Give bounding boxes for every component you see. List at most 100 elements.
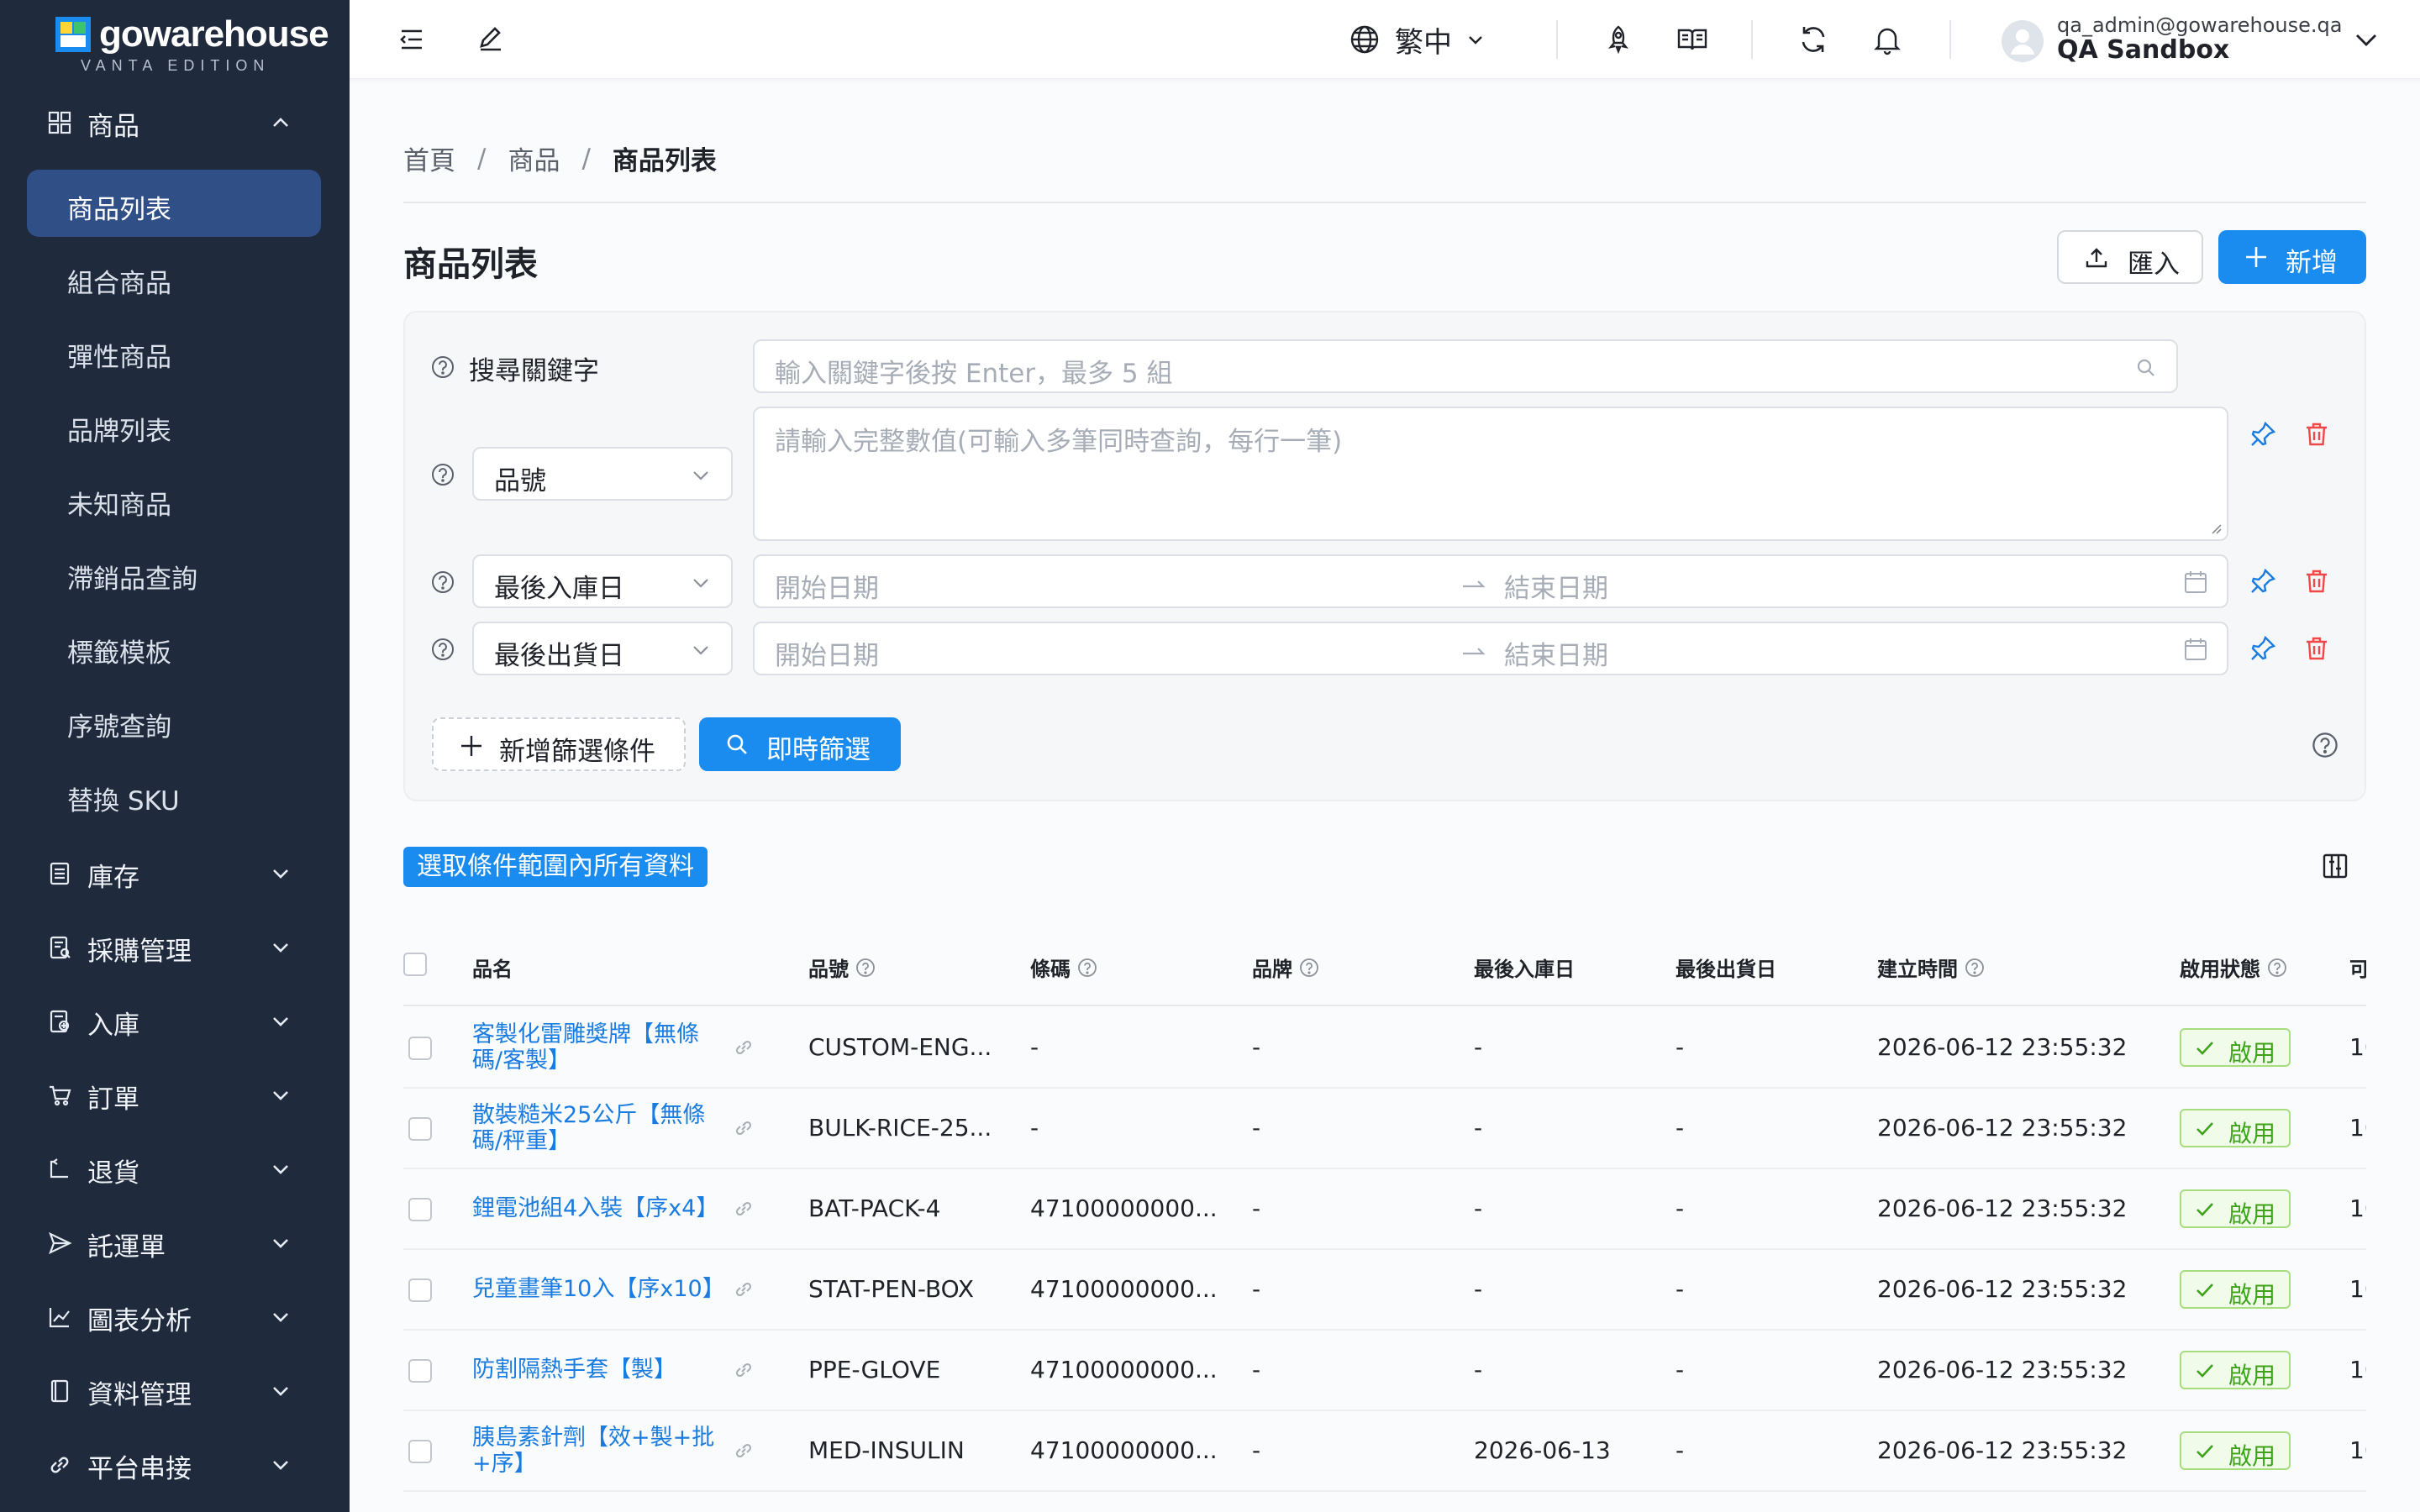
product-name-link[interactable]: 鋰電池組4入裝【序x4】 bbox=[472, 1195, 724, 1221]
sidebar-item-flexible-products[interactable]: 彈性商品 bbox=[27, 318, 321, 385]
help-icon[interactable] bbox=[2311, 731, 2339, 759]
link-icon[interactable] bbox=[733, 1198, 755, 1220]
column-header-created[interactable]: 建立時間 bbox=[1877, 953, 1985, 982]
sku-field-select[interactable]: 品號 bbox=[472, 447, 733, 501]
table-row[interactable]: 鋰電池組4入裝【序x4】 BAT-PACK-4 47100000000... -… bbox=[403, 1169, 2366, 1250]
brand-cell: - bbox=[1252, 1436, 1261, 1464]
product-name-link[interactable]: 防割隔熱手套【製】 bbox=[472, 1357, 724, 1383]
help-icon[interactable] bbox=[1965, 958, 1985, 978]
sidebar-item-unknown-products[interactable]: 未知商品 bbox=[27, 465, 321, 533]
link-icon[interactable] bbox=[733, 1440, 755, 1462]
keyword-search-input[interactable]: 輸入關鍵字後按 Enter，最多 5 組 bbox=[753, 339, 2178, 393]
table-row[interactable]: 防割隔熱手套【製】 PPE-GLOVE 47100000000... - - -… bbox=[403, 1331, 2366, 1411]
resize-handle-icon[interactable] bbox=[2208, 521, 2222, 534]
column-header-last-outbound[interactable]: 最後出貨日 bbox=[1676, 953, 1776, 982]
last-inbound-field-select[interactable]: 最後入庫日 bbox=[472, 554, 733, 608]
refresh-icon[interactable] bbox=[1797, 23, 1830, 56]
product-name-link[interactable]: 胰島素針劑【效+製+批+序】 bbox=[472, 1425, 724, 1477]
column-header-brand[interactable]: 品牌 bbox=[1252, 953, 1319, 982]
edit-icon[interactable] bbox=[474, 23, 508, 56]
table-row[interactable]: 兒童畫筆10入【序x10】 STAT-PEN-BOX 47100000000..… bbox=[403, 1250, 2366, 1331]
nav-group-orders[interactable]: 訂單 bbox=[0, 1058, 350, 1132]
row-checkbox[interactable] bbox=[408, 1440, 432, 1463]
select-all-checkbox[interactable] bbox=[403, 953, 427, 976]
help-icon[interactable] bbox=[1299, 958, 1319, 978]
nav-group-products[interactable]: 商品 bbox=[0, 86, 350, 160]
row-checkbox[interactable] bbox=[408, 1117, 432, 1141]
nav-group-returns[interactable]: 退貨 bbox=[0, 1132, 350, 1206]
nav-group-inbound[interactable]: 入庫 bbox=[0, 984, 350, 1058]
nav-group-purchasing[interactable]: 採購管理 bbox=[0, 911, 350, 984]
rocket-icon[interactable] bbox=[1602, 23, 1635, 56]
add-product-button[interactable]: 新增 bbox=[2218, 230, 2366, 284]
help-icon[interactable] bbox=[430, 570, 455, 595]
status-label: 啟用 bbox=[2228, 1120, 2276, 1147]
product-name-link[interactable]: 兒童畫筆10入【序x10】 bbox=[472, 1276, 725, 1302]
sidebar-item-brand-list[interactable]: 品牌列表 bbox=[27, 391, 321, 459]
help-icon[interactable] bbox=[855, 958, 876, 978]
app-logo[interactable]: gowarehouse VANTA EDITION bbox=[55, 13, 329, 76]
last-outbound-field-select[interactable]: 最後出貨日 bbox=[472, 622, 733, 675]
column-header-barcode[interactable]: 條碼 bbox=[1030, 953, 1097, 982]
link-icon[interactable] bbox=[733, 1037, 755, 1058]
column-header-name[interactable]: 品名 bbox=[472, 953, 513, 982]
user-menu[interactable]: qa_admin@gowarehouse.qa QA Sandbox bbox=[2002, 12, 2405, 67]
table-row[interactable]: 客製化雷雕獎牌【無條碼/客製】 CUSTOM-ENG... - - - - 20… bbox=[403, 1008, 2366, 1089]
help-icon[interactable] bbox=[430, 637, 455, 662]
sidebar-item-slow-moving[interactable]: 滯銷品查詢 bbox=[27, 539, 321, 606]
breadcrumb-home[interactable]: 首頁 bbox=[403, 139, 455, 177]
column-header-status[interactable]: 啟用狀態 bbox=[2180, 953, 2287, 982]
nav-group-integrations[interactable]: 平台串接 bbox=[0, 1428, 350, 1502]
product-name-link[interactable]: 散裝糙米25公斤【無條碼/秤重】 bbox=[472, 1102, 724, 1154]
nav-group-inventory[interactable]: 庫存 bbox=[0, 837, 350, 911]
delete-icon[interactable] bbox=[2302, 567, 2331, 596]
product-name-link[interactable]: 客製化雷雕獎牌【無條碼/客製】 bbox=[472, 1021, 724, 1074]
import-button[interactable]: 匯入 bbox=[2057, 230, 2203, 284]
barcode-cell: 47100000000... bbox=[1030, 1436, 1218, 1464]
last-inbound-date-range[interactable]: 開始日期 結束日期 bbox=[753, 554, 2228, 608]
nav-group-analytics[interactable]: 圖表分析 bbox=[0, 1280, 350, 1354]
help-icon[interactable] bbox=[430, 354, 455, 380]
column-header-more[interactable]: 可 bbox=[2349, 953, 2366, 982]
column-header-last-inbound[interactable]: 最後入庫日 bbox=[1474, 953, 1575, 982]
sku-textarea[interactable]: 請輸入完整數值(可輸入多筆同時查詢，每行一筆) bbox=[753, 407, 2228, 541]
link-icon[interactable] bbox=[733, 1117, 755, 1139]
status-label: 啟用 bbox=[2228, 1200, 2276, 1228]
link-icon[interactable] bbox=[733, 1278, 755, 1300]
add-filter-button[interactable]: 新增篩選條件 bbox=[432, 717, 686, 771]
row-checkbox[interactable] bbox=[408, 1278, 432, 1302]
select-all-matching-button[interactable]: 選取條件範圍內所有資料 bbox=[403, 847, 708, 887]
link-icon[interactable] bbox=[733, 1359, 755, 1381]
apply-filter-button[interactable]: 即時篩選 bbox=[699, 717, 901, 771]
sidebar-item-label-templates[interactable]: 標籤模板 bbox=[27, 613, 321, 680]
help-icon[interactable] bbox=[1077, 958, 1097, 978]
nav-group-data-management[interactable]: 資料管理 bbox=[0, 1354, 350, 1428]
book-open-icon[interactable] bbox=[1676, 23, 1709, 56]
column-settings-icon[interactable] bbox=[2321, 852, 2349, 880]
last-outbound-date-range[interactable]: 開始日期 結束日期 bbox=[753, 622, 2228, 675]
row-checkbox[interactable] bbox=[408, 1198, 432, 1221]
delete-icon[interactable] bbox=[2302, 634, 2331, 663]
keyword-placeholder: 輸入關鍵字後按 Enter，最多 5 組 bbox=[775, 359, 1173, 389]
table-row[interactable]: 胰島素針劑【效+製+批+序】 MED-INSULIN 47100000000..… bbox=[403, 1411, 2366, 1492]
pin-icon[interactable] bbox=[2249, 634, 2277, 663]
menu-fold-icon[interactable] bbox=[395, 23, 429, 56]
row-checkbox[interactable] bbox=[408, 1359, 432, 1383]
help-icon[interactable] bbox=[2267, 958, 2287, 978]
sidebar-item-bundle-products[interactable]: 組合商品 bbox=[27, 244, 321, 311]
sidebar-item-product-list[interactable]: 商品列表 bbox=[27, 170, 321, 237]
pin-icon[interactable] bbox=[2249, 567, 2277, 596]
language-selector[interactable]: 繁中 bbox=[1348, 18, 1486, 60]
sidebar-item-replace-sku[interactable]: 替換 SKU bbox=[27, 761, 321, 828]
nav-group-consignment[interactable]: 託運單 bbox=[0, 1206, 350, 1280]
delete-icon[interactable] bbox=[2302, 420, 2331, 449]
bell-icon[interactable] bbox=[1870, 23, 1904, 56]
row-checkbox[interactable] bbox=[408, 1037, 432, 1060]
breadcrumb-products[interactable]: 商品 bbox=[508, 139, 560, 177]
pin-icon[interactable] bbox=[2249, 420, 2277, 449]
sidebar-item-serial-lookup[interactable]: 序號查詢 bbox=[27, 687, 321, 754]
table-row[interactable]: 散裝糙米25公斤【無條碼/秤重】 BULK-RICE-25... - - - -… bbox=[403, 1089, 2366, 1169]
help-icon[interactable] bbox=[430, 462, 455, 487]
column-header-label: 最後入庫日 bbox=[1474, 958, 1575, 981]
column-header-sku[interactable]: 品號 bbox=[808, 953, 876, 982]
